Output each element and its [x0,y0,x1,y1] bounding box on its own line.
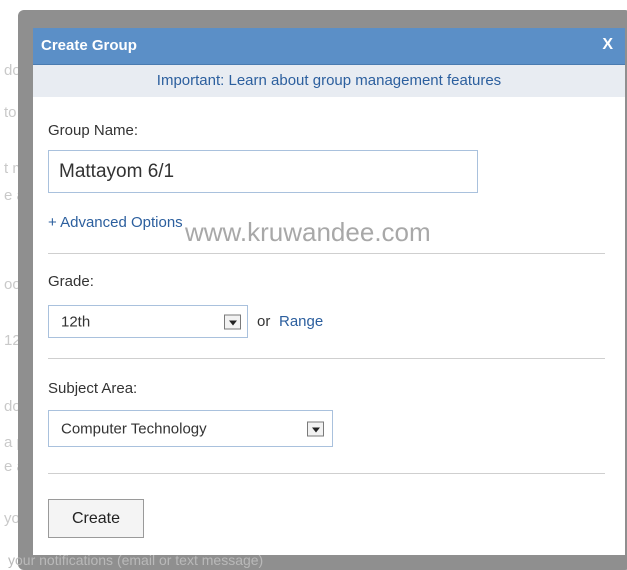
close-icon[interactable]: X [602,36,613,54]
advanced-options-link[interactable]: + Advanced Options [48,214,183,231]
watermark: www.kruwandee.com [185,217,431,247]
group-name-input[interactable]: Mattayom 6/1 [48,150,478,193]
subject-area-select[interactable]: Computer Technology [48,410,333,447]
subject-area-label: Subject Area: [48,380,138,397]
range-link[interactable]: Range [279,313,323,330]
divider [48,358,605,359]
dialog-title: Create Group [41,37,137,54]
grade-select[interactable]: 12th [48,305,248,338]
divider [48,473,605,474]
or-text: or [257,313,271,330]
dialog-titlebar: Create Group X [33,28,625,65]
subject-area-select-value: Computer Technology [61,420,207,437]
divider [48,253,605,254]
chevron-down-icon[interactable] [224,314,241,329]
grade-select-value: 12th [61,313,91,330]
create-group-dialog: Create Group X Important: Learn about gr… [33,28,625,555]
grade-label: Grade: [48,273,94,290]
important-notice-link[interactable]: Important: Learn about group management … [33,65,625,97]
chevron-down-icon[interactable] [307,421,324,436]
group-name-label: Group Name: [48,122,139,139]
create-button[interactable]: Create [48,499,144,538]
background-text: to [4,104,17,121]
